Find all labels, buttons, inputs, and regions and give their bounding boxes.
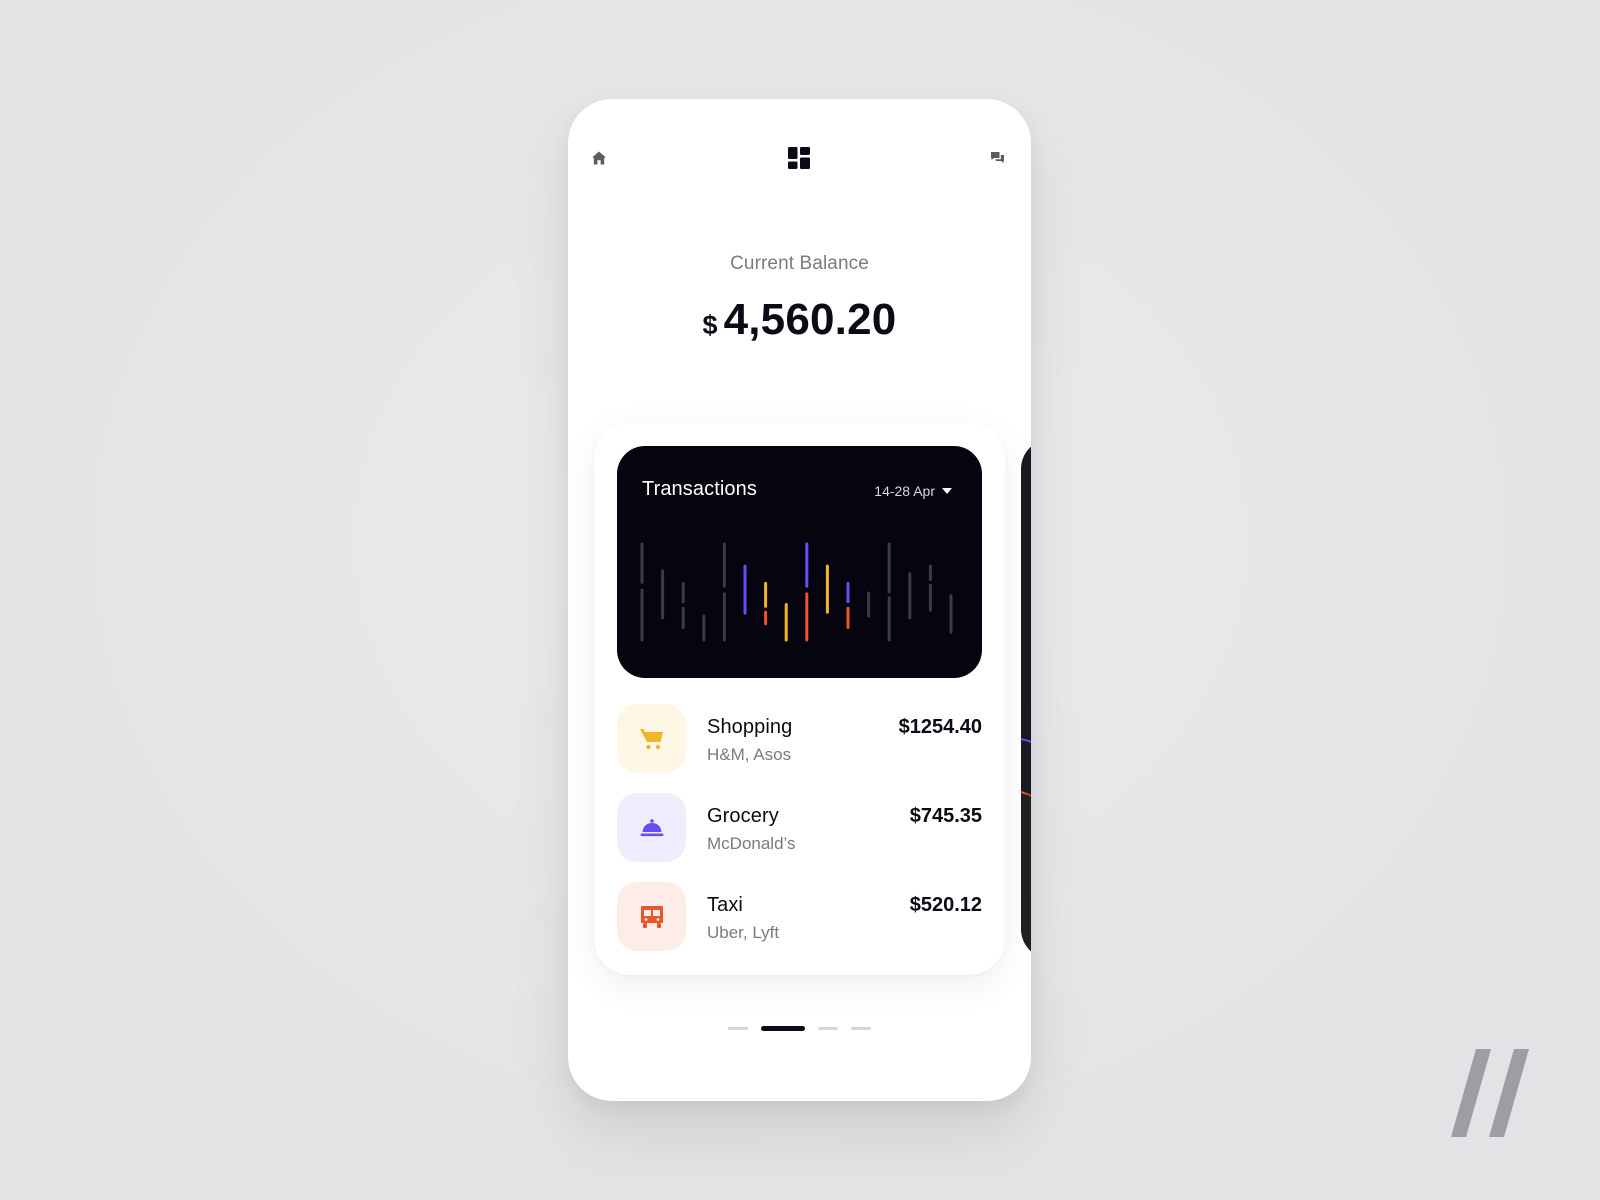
transaction-amount: $1254.40 (898, 716, 982, 738)
next-card-chart-lines (1021, 738, 1031, 959)
shopping-cart-icon (639, 728, 663, 749)
page-indicator (568, 1026, 1031, 1031)
transaction-row-grocery[interactable]: Grocery McDonald’s $745.35 (617, 793, 982, 863)
transaction-merchants: Uber, Lyft (707, 923, 780, 942)
balance-amount: $4,560.20 (568, 295, 1031, 345)
page-dot[interactable] (851, 1027, 871, 1030)
home-icon[interactable] (591, 150, 607, 166)
transaction-merchants: McDonald’s (707, 834, 796, 853)
phone-screen: Current Balance $4,560.20 Transactions 1… (568, 99, 1031, 1101)
transaction-row-shopping[interactable]: Shopping H&M, Asos $1254.40 (617, 704, 982, 774)
transaction-amount: $745.35 (909, 805, 982, 827)
transaction-name: Grocery (707, 805, 779, 827)
page-dot[interactable] (728, 1027, 748, 1030)
next-card-peek[interactable] (1021, 439, 1031, 959)
page-dot[interactable] (818, 1027, 838, 1030)
transactions-chart-panel: Transactions 14-28 Apr (617, 446, 982, 678)
balance-value: 4,560.20 (723, 295, 897, 344)
balance-label: Current Balance (730, 253, 869, 274)
transaction-merchants: H&M, Asos (707, 745, 792, 764)
transaction-icon-box (617, 793, 686, 862)
page-dot[interactable] (761, 1026, 805, 1031)
transaction-amount: $520.12 (909, 894, 982, 916)
food-cloche-icon (640, 818, 663, 836)
double-slash-logo (1451, 1049, 1529, 1137)
currency-symbol: $ (702, 310, 718, 340)
transaction-row-taxi[interactable]: Taxi Uber, Lyft $520.12 (617, 882, 982, 952)
transaction-icon-box (617, 882, 686, 951)
transaction-name: Taxi (707, 894, 743, 916)
transaction-icon-box (617, 704, 686, 773)
bus-icon (640, 905, 663, 928)
transaction-name: Shopping (707, 716, 793, 738)
transactions-chart (640, 542, 953, 642)
dashboard-grid-icon[interactable] (788, 147, 810, 169)
transactions-card: Transactions 14-28 Apr Shopping H&M, Aso… (594, 423, 1005, 975)
chat-bubbles-icon[interactable] (990, 151, 1005, 165)
